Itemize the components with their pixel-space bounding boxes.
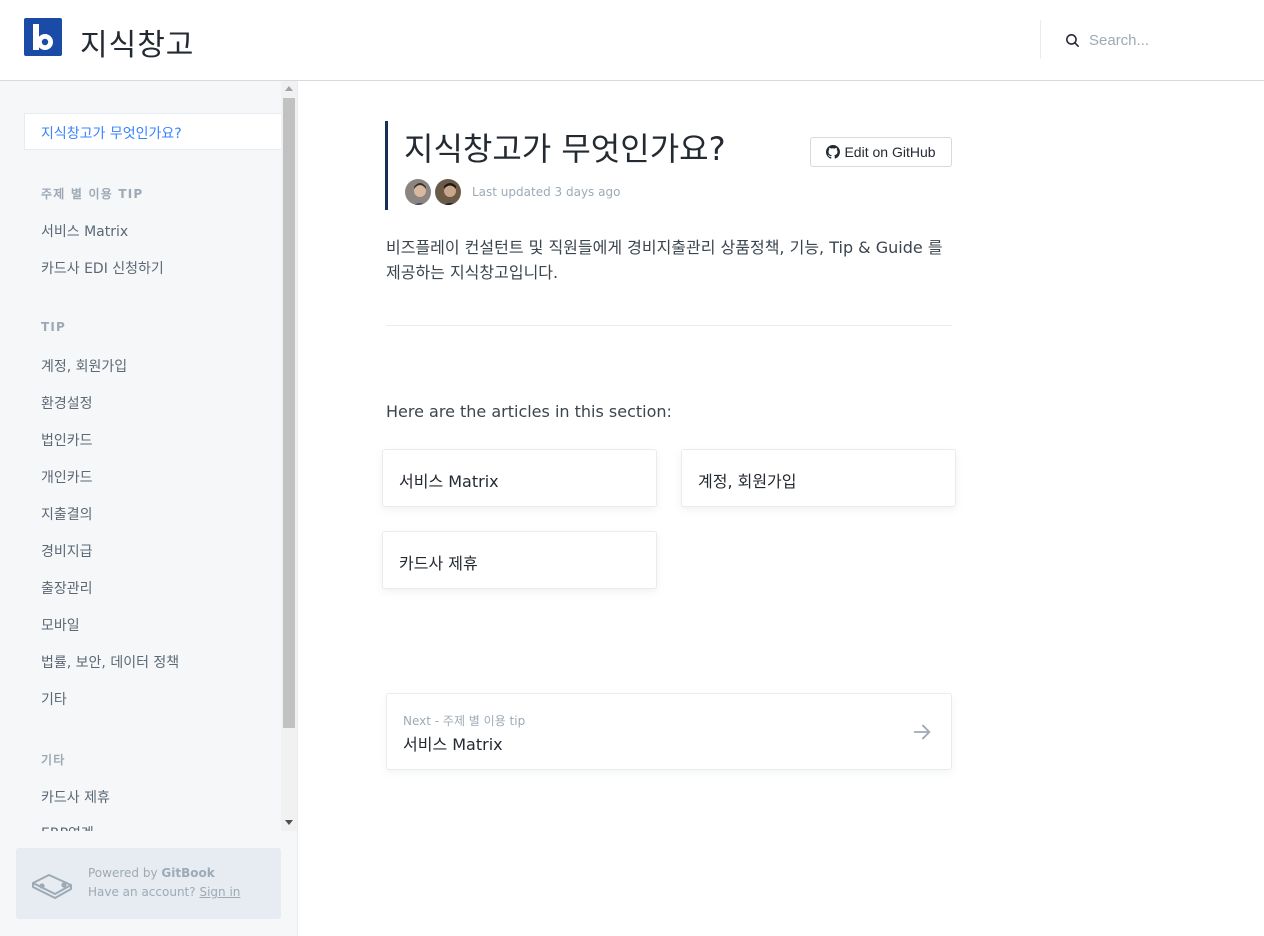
sidebar-item[interactable]: 개인카드: [41, 467, 93, 487]
title-accent-bar: [385, 121, 388, 210]
sidebar-item-active[interactable]: 지식창고가 무엇인가요?: [24, 113, 281, 150]
sidebar-scrollbar[interactable]: [281, 81, 297, 831]
sidebar-item[interactable]: 지출결의: [41, 504, 93, 524]
sidebar-item[interactable]: 계정, 회원가입: [41, 356, 127, 376]
sign-in-link[interactable]: Sign in: [199, 885, 240, 899]
sidebar-item[interactable]: 출장관리: [41, 578, 93, 598]
avatar[interactable]: [433, 177, 463, 207]
next-title: 서비스 Matrix: [403, 735, 503, 754]
scroll-down-arrow-icon[interactable]: [285, 820, 293, 825]
sidebar-item[interactable]: 모바일: [41, 615, 80, 635]
sidebar-group-title: 주제 별 이용 TIP: [41, 187, 144, 201]
last-updated-text: Last updated 3 days ago: [472, 185, 621, 199]
intro-paragraph: 비즈플레이 컨설턴트 및 직원들에게 경비지출관리 상품정책, 기능, Tip …: [386, 238, 943, 282]
powered-text: Powered by GitBook: [88, 866, 215, 880]
sidebar-group-title: 기타: [41, 753, 66, 767]
section-articles-label: Here are the articles in this section:: [386, 402, 672, 421]
sidebar-item[interactable]: 법률, 보안, 데이터 정책: [41, 652, 179, 672]
scroll-up-arrow-icon[interactable]: [285, 86, 293, 91]
page-title: 지식창고가 무엇인가요?: [404, 130, 726, 168]
sidebar-item[interactable]: 법인카드: [41, 430, 93, 450]
gitbook-icon: [32, 874, 72, 899]
article-card[interactable]: 카드사 제휴: [382, 531, 657, 589]
sidebar-item[interactable]: 카드사 EDI 신청하기: [41, 258, 164, 278]
sidebar: 지식창고가 무엇인가요? 주제 별 이용 TIP 서비스 Matrix 카드사 …: [0, 81, 298, 936]
header-divider: [1040, 20, 1041, 59]
scrollbar-thumb[interactable]: [283, 98, 295, 728]
site-title[interactable]: 지식창고: [80, 20, 194, 64]
next-page-card[interactable]: Next - 주제 별 이용 tip 서비스 Matrix: [386, 693, 952, 770]
edit-on-github-button[interactable]: Edit on GitHub: [810, 137, 952, 167]
article-card[interactable]: 서비스 Matrix: [382, 449, 657, 507]
sidebar-item[interactable]: 카드사 제휴: [41, 787, 110, 807]
search-box[interactable]: [1064, 28, 1239, 52]
top-header: 지식창고: [0, 0, 1264, 81]
search-input[interactable]: [1089, 31, 1239, 49]
powered-by-gitbook[interactable]: Powered by GitBook Have an account? Sign…: [16, 848, 281, 919]
sidebar-group-title: TIP: [41, 320, 67, 334]
arrow-right-icon: [913, 724, 931, 740]
sidebar-item[interactable]: 환경설정: [41, 393, 93, 413]
search-icon: [1066, 33, 1079, 47]
article-card[interactable]: 계정, 회원가입: [681, 449, 956, 507]
sidebar-item[interactable]: 기타: [41, 689, 67, 709]
account-text: Have an account? Sign in: [88, 885, 241, 899]
next-label: Next - 주제 별 이용 tip: [403, 714, 526, 728]
github-icon: [826, 145, 841, 159]
edit-button-label: Edit on GitHub: [844, 144, 936, 160]
divider: [386, 325, 952, 326]
avatar[interactable]: [403, 177, 433, 207]
sidebar-nav: 지식창고가 무엇인가요? 주제 별 이용 TIP 서비스 Matrix 카드사 …: [0, 81, 281, 831]
sidebar-item[interactable]: 서비스 Matrix: [41, 221, 128, 241]
logo-icon[interactable]: [24, 18, 62, 56]
sidebar-item[interactable]: 경비지급: [41, 541, 93, 561]
sidebar-item[interactable]: ERP연계: [41, 823, 94, 831]
